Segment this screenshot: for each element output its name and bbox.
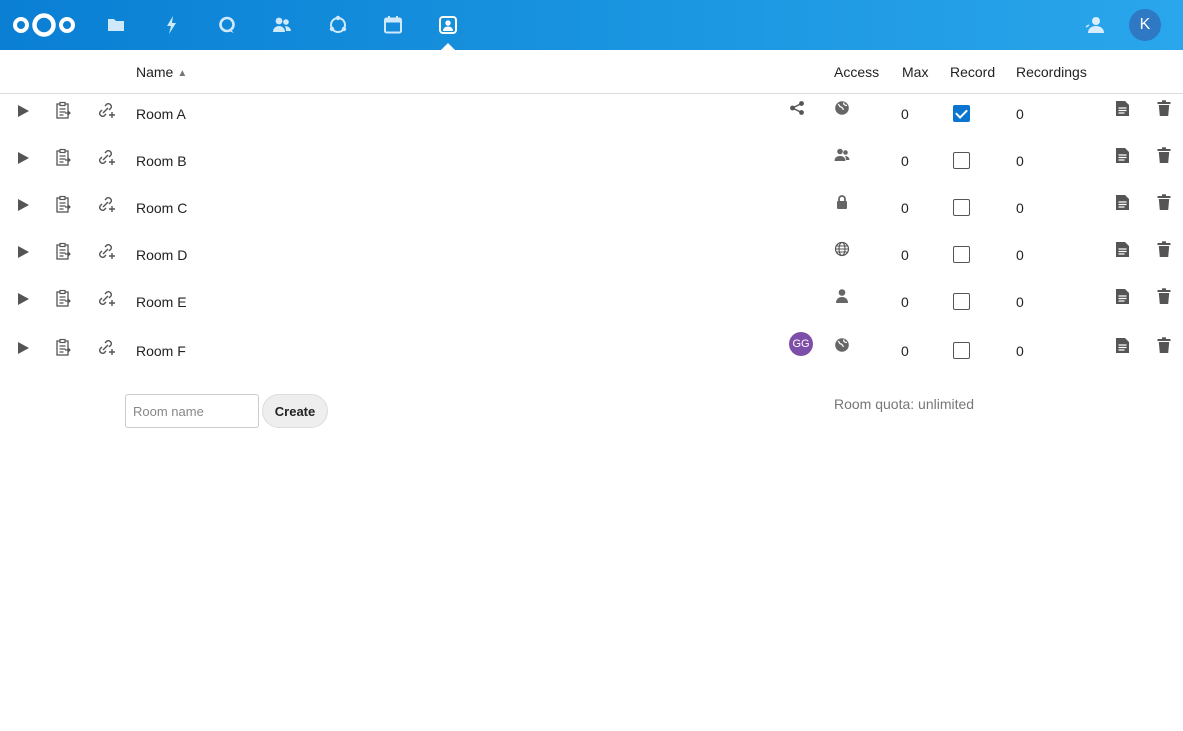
circles-icon[interactable] [326,13,350,37]
column-header-name[interactable]: Name ▲ [136,64,187,80]
trash-icon[interactable] [1157,147,1171,164]
add-link-icon[interactable] [97,100,116,119]
globe-icon[interactable] [834,100,850,116]
active-app-indicator [441,43,455,50]
record-checkbox[interactable] [953,199,970,216]
play-icon[interactable] [16,245,30,259]
table-row: Room B 0 0 [0,141,1183,187]
bbb-rooms-icon[interactable] [436,13,460,37]
column-name-label: Name [136,64,174,80]
contacts-menu-icon[interactable] [1084,14,1106,36]
calendar-icon[interactable] [381,13,405,37]
user-avatar[interactable]: K [1129,9,1161,41]
recordings-count: 0 [1016,200,1024,216]
clipboard-icon[interactable] [54,242,72,260]
recordings-count: 0 [1016,247,1024,263]
room-name: Room E [136,294,187,310]
document-icon[interactable] [1115,288,1130,305]
room-name-input[interactable] [125,394,259,428]
play-icon[interactable] [16,151,30,165]
column-header-access: Access [834,64,880,80]
recordings-count: 0 [1016,153,1024,169]
max-participants[interactable]: 0 [901,153,909,169]
globe-icon[interactable] [834,337,850,353]
document-icon[interactable] [1115,337,1130,354]
max-participants[interactable]: 0 [901,200,909,216]
contacts-icon[interactable] [270,13,294,37]
table-row: Room D 0 0 [0,235,1183,281]
clipboard-icon[interactable] [54,101,72,119]
room-name: Room D [136,247,188,263]
room-name: Room F [136,343,186,359]
add-link-icon[interactable] [97,241,116,260]
room-name: Room B [136,153,187,169]
column-header-max: Max [902,64,929,80]
user-icon[interactable] [834,288,850,304]
trash-icon[interactable] [1157,241,1171,258]
play-icon[interactable] [16,198,30,212]
room-quota-text: Room quota: unlimited [834,396,975,412]
recordings-count: 0 [1016,343,1024,359]
talk-icon[interactable] [215,13,239,37]
lock-icon[interactable] [834,194,850,210]
top-header: K [0,0,1183,50]
globe-outline-icon[interactable] [834,241,850,257]
trash-icon[interactable] [1157,337,1171,354]
column-header-recordings: Recordings [1016,64,1087,80]
share-icon[interactable] [789,100,805,116]
record-checkbox[interactable] [953,105,970,122]
users-icon[interactable] [834,147,850,163]
max-participants[interactable]: 0 [901,294,909,310]
play-icon[interactable] [16,104,30,118]
files-icon[interactable] [104,13,128,37]
column-header-record: Record [950,64,996,80]
trash-icon[interactable] [1157,194,1171,211]
recordings-count: 0 [1016,106,1024,122]
sort-ascending-icon: ▲ [177,68,188,79]
document-icon[interactable] [1115,147,1130,164]
max-participants[interactable]: 0 [901,247,909,263]
record-checkbox[interactable] [953,342,970,359]
add-link-icon[interactable] [97,147,116,166]
max-participants[interactable]: 0 [901,343,909,359]
table-row: Room A 0 0 [0,94,1183,140]
max-participants[interactable]: 0 [901,106,909,122]
table-row: Room F GG 0 0 [0,331,1183,377]
add-link-icon[interactable] [97,288,116,307]
create-room-button[interactable]: Create [262,394,328,428]
clipboard-icon[interactable] [54,195,72,213]
clipboard-icon[interactable] [54,338,72,356]
recordings-count: 0 [1016,294,1024,310]
document-icon[interactable] [1115,194,1130,211]
document-icon[interactable] [1115,100,1130,117]
table-row: Room C 0 0 [0,188,1183,234]
shared-user-avatar[interactable]: GG [789,332,813,356]
play-icon[interactable] [16,341,30,355]
room-name: Room C [136,200,188,216]
nextcloud-logo[interactable] [12,11,76,39]
record-checkbox[interactable] [953,246,970,263]
table-row: Room E 0 0 [0,282,1183,328]
activity-icon[interactable] [160,13,184,37]
room-name: Room A [136,106,186,122]
clipboard-icon[interactable] [54,289,72,307]
record-checkbox[interactable] [953,293,970,310]
add-link-icon[interactable] [97,337,116,356]
trash-icon[interactable] [1157,100,1171,117]
document-icon[interactable] [1115,241,1130,258]
record-checkbox[interactable] [953,152,970,169]
play-icon[interactable] [16,292,30,306]
trash-icon[interactable] [1157,288,1171,305]
add-link-icon[interactable] [97,194,116,213]
clipboard-icon[interactable] [54,148,72,166]
